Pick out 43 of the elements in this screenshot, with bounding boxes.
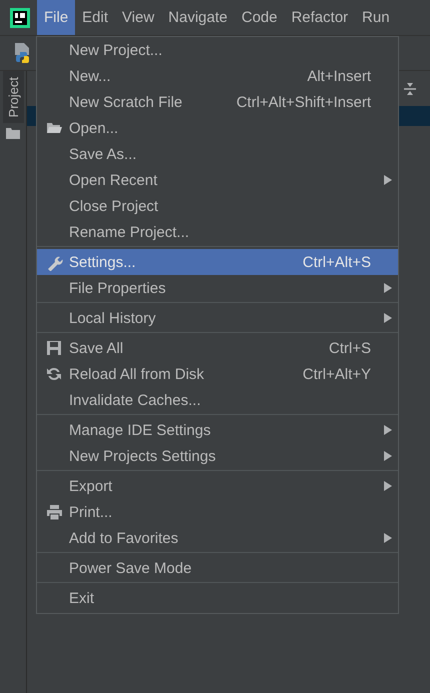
menu-item[interactable]: Power Save Mode — [37, 555, 398, 581]
reload-icon — [46, 366, 62, 382]
menu-item[interactable]: File Properties — [37, 275, 398, 301]
submenu-arrow-icon — [384, 481, 392, 491]
menu-item[interactable]: Close Project — [37, 193, 398, 219]
menu-bar-item[interactable]: Navigate — [161, 0, 234, 35]
menu-bar-item[interactable]: Run — [355, 0, 397, 35]
menu-bar-item[interactable]: Refactor — [284, 0, 356, 35]
folder-icon — [6, 127, 20, 140]
printer-icon — [46, 504, 62, 520]
menu-item[interactable]: Rename Project... — [37, 219, 398, 245]
menu-item[interactable]: Save All Ctrl+S — [37, 335, 398, 361]
save-icon — [46, 340, 62, 356]
submenu-arrow-icon — [384, 313, 392, 323]
menu-item[interactable]: Invalidate Caches... — [37, 387, 398, 413]
menu-item[interactable]: New... Alt+Insert — [37, 63, 398, 89]
sidebar-tab[interactable]: Project — [2, 71, 24, 124]
menu-item[interactable]: Save As... — [37, 141, 398, 167]
submenu-arrow-icon — [384, 283, 392, 293]
app-logo-icon — [10, 8, 30, 28]
menu-item[interactable]: New Project... — [37, 37, 398, 63]
menu-bar-item[interactable]: View — [115, 0, 162, 35]
menu-item[interactable]: Exit — [37, 585, 398, 611]
menu-item[interactable]: Open... — [37, 115, 398, 141]
submenu-arrow-icon — [384, 175, 392, 185]
collapse-all-icon[interactable] — [403, 82, 417, 96]
submenu-arrow-icon — [384, 425, 392, 435]
menu-item[interactable]: Open Recent — [37, 167, 398, 193]
menu-item[interactable]: New Projects Settings — [37, 443, 398, 469]
submenu-arrow-icon — [384, 451, 392, 461]
menu-item[interactable]: Export — [37, 473, 398, 499]
menu-item[interactable]: Add to Favorites — [37, 525, 398, 551]
python-file-icon[interactable] — [13, 42, 31, 64]
menu-bar-item[interactable]: Edit — [75, 0, 116, 35]
menu-item[interactable]: Settings... Ctrl+Alt+S — [37, 249, 398, 275]
menu-bar-item[interactable]: File — [37, 0, 76, 35]
menu-item[interactable]: Manage IDE Settings — [37, 417, 398, 443]
menu-item[interactable]: Reload All from Disk Ctrl+Alt+Y — [37, 361, 398, 387]
menu-item[interactable]: New Scratch File Ctrl+Alt+Shift+Insert — [37, 89, 398, 115]
menu-bar-item[interactable]: Code — [234, 0, 284, 35]
menu-item[interactable]: Print... — [37, 499, 398, 525]
menu-item[interactable]: Local History — [37, 305, 398, 331]
submenu-arrow-icon — [384, 533, 392, 543]
